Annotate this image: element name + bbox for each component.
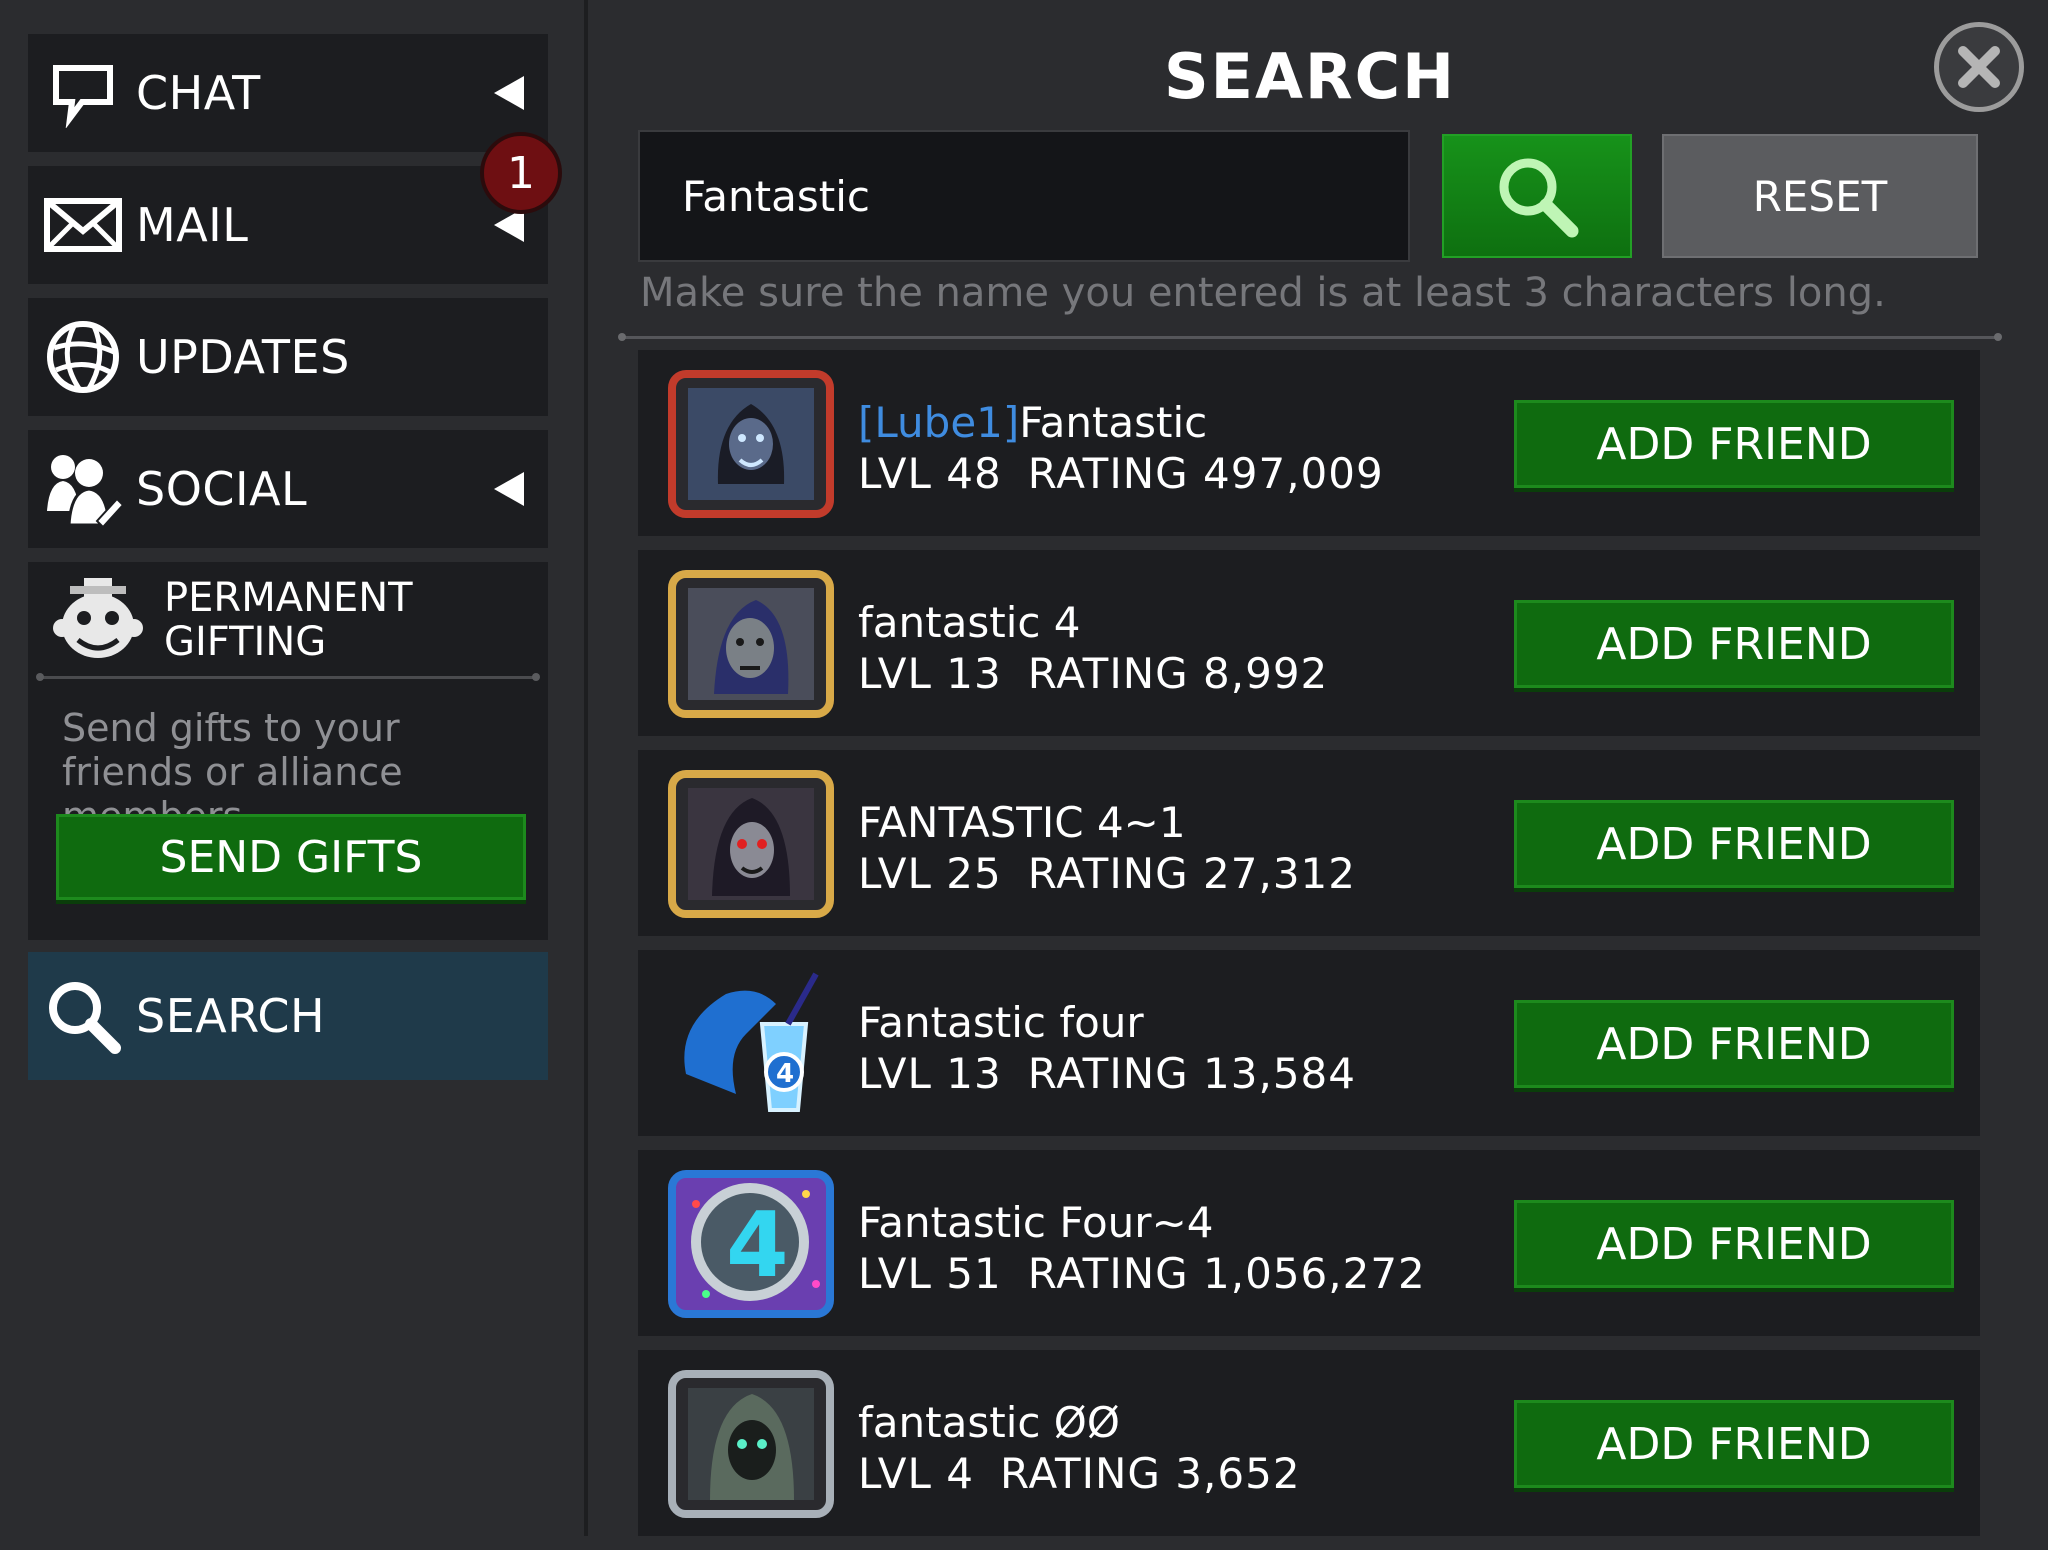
gifting-title: PERMANENT GIFTING — [164, 576, 413, 664]
list-item: 4 Fantastic Four~4 LVL 51 RATING 1,056,27… — [638, 1150, 1980, 1336]
player-name[interactable]: FANTASTIC 4~1 — [858, 798, 1356, 848]
player-name-text: fantastic 4 — [858, 598, 1081, 647]
alliance-tag: [Lube1] — [858, 398, 1020, 447]
player-rating: RATING 3,652 — [1000, 1449, 1301, 1498]
send-gifts-button[interactable]: SEND GIFTS — [56, 814, 526, 900]
fantastic-four-logo-icon: 4 — [668, 1170, 834, 1318]
search-button[interactable] — [1442, 134, 1632, 258]
player-rating: RATING 497,009 — [1027, 449, 1384, 498]
list-item: FANTASTIC 4~1 LVL 25 RATING 27,312 ADD FR… — [638, 750, 1980, 936]
expand-arrow-icon — [494, 76, 524, 110]
player-info: Fantastic four LVL 13 RATING 13,584 — [858, 998, 1356, 1100]
mail-notification-badge: 1 — [480, 132, 562, 214]
player-stats: LVL 4 RATING 3,652 — [858, 1448, 1301, 1500]
champion-avatar-icon — [668, 1370, 834, 1518]
sidebar: CHAT MAIL UPDATES SOCIAL 1 PERMANENT GIF… — [0, 0, 588, 1536]
svg-text:4: 4 — [776, 1059, 794, 1089]
player-info: fantastic ØØ LVL 4 RATING 3,652 — [858, 1398, 1301, 1500]
magnifier-icon — [1499, 158, 1579, 238]
list-item: fantastic ØØ LVL 4 RATING 3,652 ADD FRIEN… — [638, 1350, 1980, 1536]
reset-button[interactable]: RESET — [1662, 134, 1978, 258]
sidebar-item-updates[interactable]: UPDATES — [28, 298, 548, 416]
player-name-text: Fantastic four — [858, 998, 1144, 1047]
player-name[interactable]: Fantastic four — [858, 998, 1356, 1048]
chat-bubble-icon — [40, 50, 126, 136]
globe-icon — [40, 314, 126, 400]
player-level: LVL 13 — [858, 649, 1002, 698]
list-item: [Lube1]Fantastic LVL 48 RATING 497,009 AD… — [638, 350, 1980, 536]
people-icon — [40, 446, 126, 532]
close-icon — [1958, 46, 2000, 88]
close-button[interactable] — [1934, 22, 2024, 112]
player-info: FANTASTIC 4~1 LVL 25 RATING 27,312 — [858, 798, 1356, 900]
sidebar-item-label: UPDATES — [136, 330, 350, 384]
champion-avatar-icon — [668, 770, 834, 918]
sidebar-item-label: SOCIAL — [136, 462, 308, 516]
player-level: LVL 25 — [858, 849, 1002, 898]
gifting-title-line2: GIFTING — [164, 619, 327, 665]
search-hint: Make sure the name you entered is at lea… — [640, 270, 1886, 316]
player-name-text: Fantastic — [1019, 398, 1208, 447]
list-item: 4 Fantastic four LVL 13 RATING 13,584 ADD… — [638, 950, 1980, 1136]
envelope-icon — [40, 182, 126, 268]
sidebar-item-chat[interactable]: CHAT — [28, 34, 548, 152]
list-item: fantastic 4 LVL 13 RATING 8,992 ADD FRIEN… — [638, 550, 1980, 736]
player-name-text: fantastic ØØ — [858, 1398, 1120, 1447]
results-list: [Lube1]Fantastic LVL 48 RATING 497,009 AD… — [638, 350, 1980, 1550]
player-info: [Lube1]Fantastic LVL 48 RATING 497,009 — [858, 398, 1384, 500]
player-rating: RATING 13,584 — [1027, 1049, 1356, 1098]
player-rating: RATING 27,312 — [1027, 849, 1356, 898]
add-friend-button[interactable]: ADD FRIEND — [1514, 400, 1954, 488]
champion-avatar-icon — [668, 570, 834, 718]
player-stats: LVL 25 RATING 27,312 — [858, 848, 1356, 900]
gifting-title-line1: PERMANENT — [164, 575, 413, 621]
player-info: Fantastic Four~4 LVL 51 RATING 1,056,272 — [858, 1198, 1426, 1300]
champion-avatar-icon — [668, 370, 834, 518]
player-name-text: Fantastic Four~4 — [858, 1198, 1214, 1247]
svg-text:4: 4 — [726, 1193, 789, 1298]
add-friend-button[interactable]: ADD FRIEND — [1514, 800, 1954, 888]
gift-mascot-icon — [53, 578, 143, 658]
permanent-gifting-panel: PERMANENT GIFTING Send gifts to your fri… — [28, 562, 548, 940]
player-name[interactable]: Fantastic Four~4 — [858, 1198, 1426, 1248]
add-friend-button[interactable]: ADD FRIEND — [1514, 1400, 1954, 1488]
player-name[interactable]: [Lube1]Fantastic — [858, 398, 1384, 448]
divider — [618, 333, 2002, 341]
player-level: LVL 13 — [858, 1049, 1002, 1098]
expand-arrow-icon — [494, 472, 524, 506]
sidebar-item-social[interactable]: SOCIAL — [28, 430, 548, 548]
player-rating: RATING 8,992 — [1027, 649, 1329, 698]
player-stats: LVL 13 RATING 8,992 — [858, 648, 1328, 700]
add-friend-button[interactable]: ADD FRIEND — [1514, 600, 1954, 688]
page-title: SEARCH — [1163, 40, 1457, 113]
sidebar-item-search[interactable]: SEARCH — [28, 952, 548, 1080]
player-name-text: FANTASTIC 4~1 — [858, 798, 1186, 847]
player-info: fantastic 4 LVL 13 RATING 8,992 — [858, 598, 1328, 700]
player-name[interactable]: fantastic ØØ — [858, 1398, 1301, 1448]
player-level: LVL 48 — [858, 449, 1002, 498]
player-name[interactable]: fantastic 4 — [858, 598, 1328, 648]
sidebar-item-label: SEARCH — [136, 989, 326, 1043]
sidebar-item-label: CHAT — [136, 66, 261, 120]
sidebar-item-mail[interactable]: MAIL — [28, 166, 548, 284]
gifting-header: PERMANENT GIFTING — [28, 562, 548, 678]
add-friend-button[interactable]: ADD FRIEND — [1514, 1200, 1954, 1288]
player-level: LVL 4 — [858, 1449, 974, 1498]
search-input[interactable] — [638, 130, 1410, 262]
divider — [36, 673, 540, 681]
player-level: LVL 51 — [858, 1249, 1002, 1298]
player-rating: RATING 1,056,272 — [1027, 1249, 1426, 1298]
fantastic-four-drink-icon: 4 — [684, 972, 819, 1112]
add-friend-button[interactable]: ADD FRIEND — [1514, 1000, 1954, 1088]
player-stats: LVL 51 RATING 1,056,272 — [858, 1248, 1426, 1300]
player-stats: LVL 48 RATING 497,009 — [858, 448, 1384, 500]
player-stats: LVL 13 RATING 13,584 — [858, 1048, 1356, 1100]
sidebar-item-label: MAIL — [136, 198, 249, 252]
magnifier-icon — [40, 973, 126, 1059]
